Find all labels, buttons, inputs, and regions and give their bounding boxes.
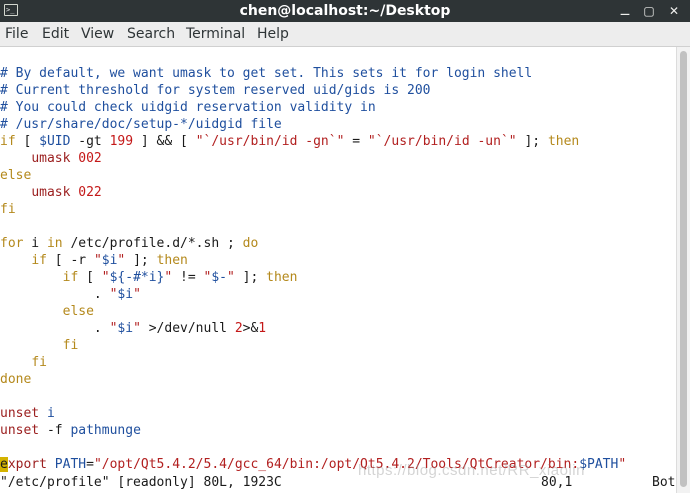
- menu-help[interactable]: Help: [257, 22, 289, 47]
- code-line: . "$i" >/dev/null 2>&1: [0, 321, 267, 336]
- code-line: # You could check uidgid reservation val…: [0, 100, 376, 115]
- code-line: # By default, we want umask to get set. …: [0, 66, 533, 81]
- code-line: # /usr/share/doc/setup-*/uidgid file: [0, 117, 282, 132]
- menu-terminal[interactable]: Terminal: [186, 22, 245, 47]
- code-line: umask 002: [31, 151, 102, 166]
- code-line: if [ "${-#*i}" != "$-" ]; then: [62, 270, 298, 285]
- code-line: . "$i": [0, 287, 141, 302]
- code-line: for i in /etc/profile.d/*.sh ; do: [0, 236, 259, 251]
- code-line: if [ $UID -gt 199 ] && [ "`/usr/bin/id -…: [0, 134, 580, 149]
- minimize-button[interactable]: ⚊: [617, 3, 633, 19]
- window-title: chen@localhost:~/Desktop: [239, 3, 451, 19]
- code-line: fi: [31, 355, 47, 370]
- code-line: fi: [62, 338, 79, 353]
- menu-view[interactable]: View: [81, 22, 114, 47]
- code-line: umask 022: [31, 185, 102, 200]
- window-titlebar[interactable]: >_ chen@localhost:~/Desktop ⚊ ▢ ✕: [0, 0, 690, 22]
- code-line: done: [0, 372, 32, 387]
- menu-bar: File Edit View Search Terminal Help: [0, 22, 690, 47]
- code-line: unset -f pathmunge: [0, 423, 141, 438]
- menu-file[interactable]: File: [5, 22, 28, 47]
- code-line: else: [62, 304, 94, 319]
- code-line: fi: [0, 202, 16, 217]
- code-line: # Current threshold for system reserved …: [0, 83, 431, 98]
- code-line: else: [0, 168, 32, 183]
- status-scroll-percent: Bot: [652, 475, 676, 490]
- menu-edit[interactable]: Edit: [42, 22, 69, 47]
- scrollbar-thumb[interactable]: [680, 51, 687, 487]
- maximize-button[interactable]: ▢: [641, 3, 657, 19]
- code-buffer: # By default, we want umask to get set. …: [0, 65, 626, 473]
- status-file-info: "/etc/profile" [readonly] 80L, 1923C: [0, 475, 282, 490]
- close-button[interactable]: ✕: [666, 3, 682, 19]
- status-cursor-position: 80,1: [541, 475, 573, 490]
- vim-status-line: "/etc/profile" [readonly] 80L, 1923C 80,…: [0, 474, 676, 491]
- terminal-view[interactable]: # By default, we want umask to get set. …: [0, 47, 676, 493]
- code-line: unset i: [0, 406, 55, 421]
- vertical-scrollbar[interactable]: [676, 47, 690, 493]
- code-line: if [ -r "$i" ]; then: [31, 253, 188, 268]
- menu-search[interactable]: Search: [127, 22, 175, 47]
